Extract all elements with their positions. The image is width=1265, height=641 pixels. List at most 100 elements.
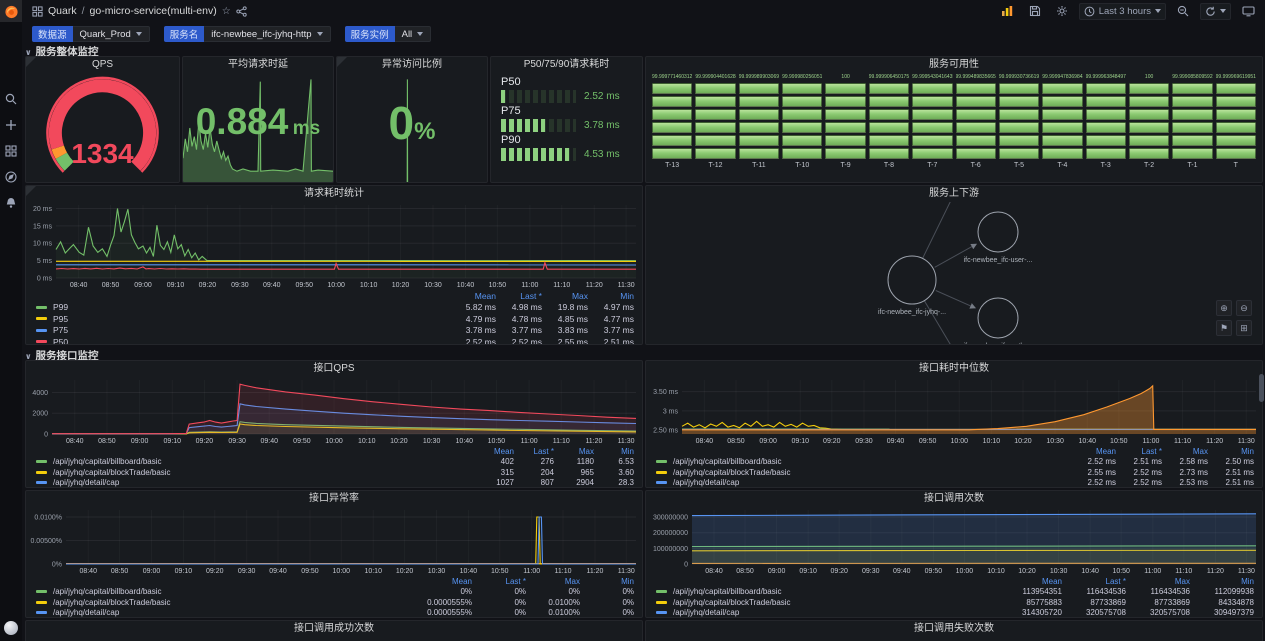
availability-cell[interactable] [739, 148, 779, 159]
availability-cell[interactable] [869, 96, 909, 107]
availability-cell[interactable] [1129, 135, 1169, 146]
availability-cell[interactable] [912, 96, 952, 107]
panel-title[interactable]: P50/75/90请求耗时 [491, 57, 642, 72]
legend-series-name[interactable]: /api/jyhq/capital/billboard/basic [673, 587, 998, 596]
availability-cell[interactable] [739, 109, 779, 120]
availability-cell[interactable] [999, 83, 1039, 94]
availability-cell[interactable] [1086, 96, 1126, 107]
availability-cell[interactable] [652, 135, 692, 146]
search-icon[interactable] [4, 92, 18, 106]
availability-cell[interactable] [1042, 148, 1082, 159]
availability-cell[interactable] [1216, 148, 1256, 159]
legend-series-name[interactable]: P99 [53, 302, 450, 312]
availability-cell[interactable] [956, 109, 996, 120]
legend-column-header[interactable]: Mean [450, 291, 496, 301]
add-panel-icon[interactable] [997, 3, 1018, 20]
variable-service-instance[interactable]: 服务实例 All [345, 26, 432, 42]
availability-cell[interactable] [1172, 83, 1212, 94]
panel-title[interactable]: 平均请求时延 [183, 57, 333, 72]
panel-title[interactable]: 请求耗时统计 [26, 186, 642, 201]
availability-cell[interactable] [1216, 109, 1256, 120]
refresh-button[interactable] [1200, 3, 1231, 20]
availability-cell[interactable] [912, 148, 952, 159]
legend-column-header[interactable]: Min [594, 447, 634, 456]
zoom-in-button[interactable]: ⊕ [1216, 300, 1232, 316]
availability-cell[interactable] [1042, 122, 1082, 133]
panel-info-corner[interactable] [26, 57, 36, 67]
availability-cell[interactable] [999, 122, 1039, 133]
star-icon[interactable]: ☆ [222, 6, 231, 17]
availability-cell[interactable] [999, 135, 1039, 146]
refresh-interval-caret-icon[interactable] [1220, 9, 1226, 13]
availability-cell[interactable] [695, 148, 735, 159]
legend-column-header[interactable]: Max [1126, 577, 1190, 586]
add-icon[interactable] [4, 118, 18, 132]
api-median-chart[interactable]: 2.50 ms3 ms3.50 ms08:4008:5009:0009:1009… [646, 376, 1262, 445]
legend-column-header[interactable]: Last * [472, 577, 526, 586]
legend-column-header[interactable]: Last * [514, 447, 554, 456]
flag-layout-button[interactable]: ⚑ [1216, 320, 1232, 336]
legend-column-header[interactable]: Max [526, 577, 580, 586]
availability-cell[interactable] [739, 83, 779, 94]
legend-series-name[interactable]: P95 [53, 314, 450, 324]
legend-column-header[interactable]: Max [542, 291, 588, 301]
availability-cell[interactable] [912, 83, 952, 94]
availability-cell[interactable] [999, 148, 1039, 159]
legend-column-header[interactable]: Mean [998, 577, 1062, 586]
availability-cell[interactable] [912, 109, 952, 120]
availability-cell[interactable] [956, 122, 996, 133]
availability-cell[interactable] [782, 122, 822, 133]
share-icon[interactable] [236, 6, 247, 17]
availability-cell[interactable] [652, 109, 692, 120]
time-range-picker[interactable]: Last 3 hours [1079, 3, 1166, 20]
legend-column-header[interactable]: Max [554, 447, 594, 456]
availability-cell[interactable] [869, 109, 909, 120]
availability-cell[interactable] [1086, 135, 1126, 146]
variable-service-name[interactable]: 服务名 ifc-newbee_ifc-jyhq-http [164, 26, 331, 42]
availability-cell[interactable] [652, 96, 692, 107]
panel-info-corner[interactable] [337, 57, 347, 67]
availability-cell[interactable] [825, 83, 865, 94]
availability-cell[interactable] [1172, 148, 1212, 159]
alerting-bell-icon[interactable] [4, 196, 18, 210]
availability-cell[interactable] [956, 135, 996, 146]
panel-title[interactable]: 接口调用失败次数 [646, 621, 1262, 636]
legend-column-header[interactable]: Min [580, 577, 634, 586]
dashboards-icon[interactable] [4, 144, 18, 158]
zoom-out-time-icon[interactable] [1173, 3, 1193, 20]
availability-cell[interactable] [869, 122, 909, 133]
availability-cell[interactable] [1129, 148, 1169, 159]
variable-datasource[interactable]: 数据源 Quark_Prod [32, 26, 150, 42]
settings-gear-icon[interactable] [1052, 3, 1072, 20]
availability-cell[interactable] [739, 96, 779, 107]
availability-cell[interactable] [695, 83, 735, 94]
availability-cell[interactable] [782, 109, 822, 120]
legend-column-header[interactable]: Min [588, 291, 634, 301]
availability-cell[interactable] [912, 122, 952, 133]
tv-mode-icon[interactable] [1238, 3, 1259, 20]
availability-cell[interactable] [652, 122, 692, 133]
legend-series-name[interactable]: /api/jyhq/detail/cap [673, 608, 998, 617]
availability-cell[interactable] [1129, 109, 1169, 120]
availability-cell[interactable] [652, 148, 692, 159]
availability-cell[interactable] [999, 109, 1039, 120]
availability-cell[interactable] [869, 148, 909, 159]
explore-compass-icon[interactable] [4, 170, 18, 184]
availability-cell[interactable] [1042, 135, 1082, 146]
availability-cell[interactable] [739, 122, 779, 133]
availability-cell[interactable] [1129, 96, 1169, 107]
availability-cell[interactable] [869, 83, 909, 94]
availability-cell[interactable] [782, 135, 822, 146]
breadcrumb-dashboard-title[interactable]: go-micro-service(multi-env) [90, 5, 217, 17]
legend-series-name[interactable]: P75 [53, 325, 450, 335]
panel-info-corner[interactable] [26, 186, 36, 196]
latency-stats-chart[interactable]: 0 ms5 ms10 ms15 ms20 ms08:4008:5009:0009… [26, 201, 642, 289]
panel-title[interactable]: 服务上下游 [646, 186, 1262, 201]
legend-series-name[interactable]: /api/jyhq/detail/cap [53, 478, 474, 487]
grafana-logo[interactable] [0, 0, 22, 22]
availability-cell[interactable] [825, 109, 865, 120]
legend-column-header[interactable]: Last * [1116, 447, 1162, 456]
api-qps-chart[interactable]: 02000400008:4008:5009:0009:1009:2009:300… [26, 376, 642, 445]
panel-title[interactable]: 接口调用成功次数 [26, 621, 642, 636]
breadcrumb-app[interactable]: Quark [48, 5, 77, 17]
